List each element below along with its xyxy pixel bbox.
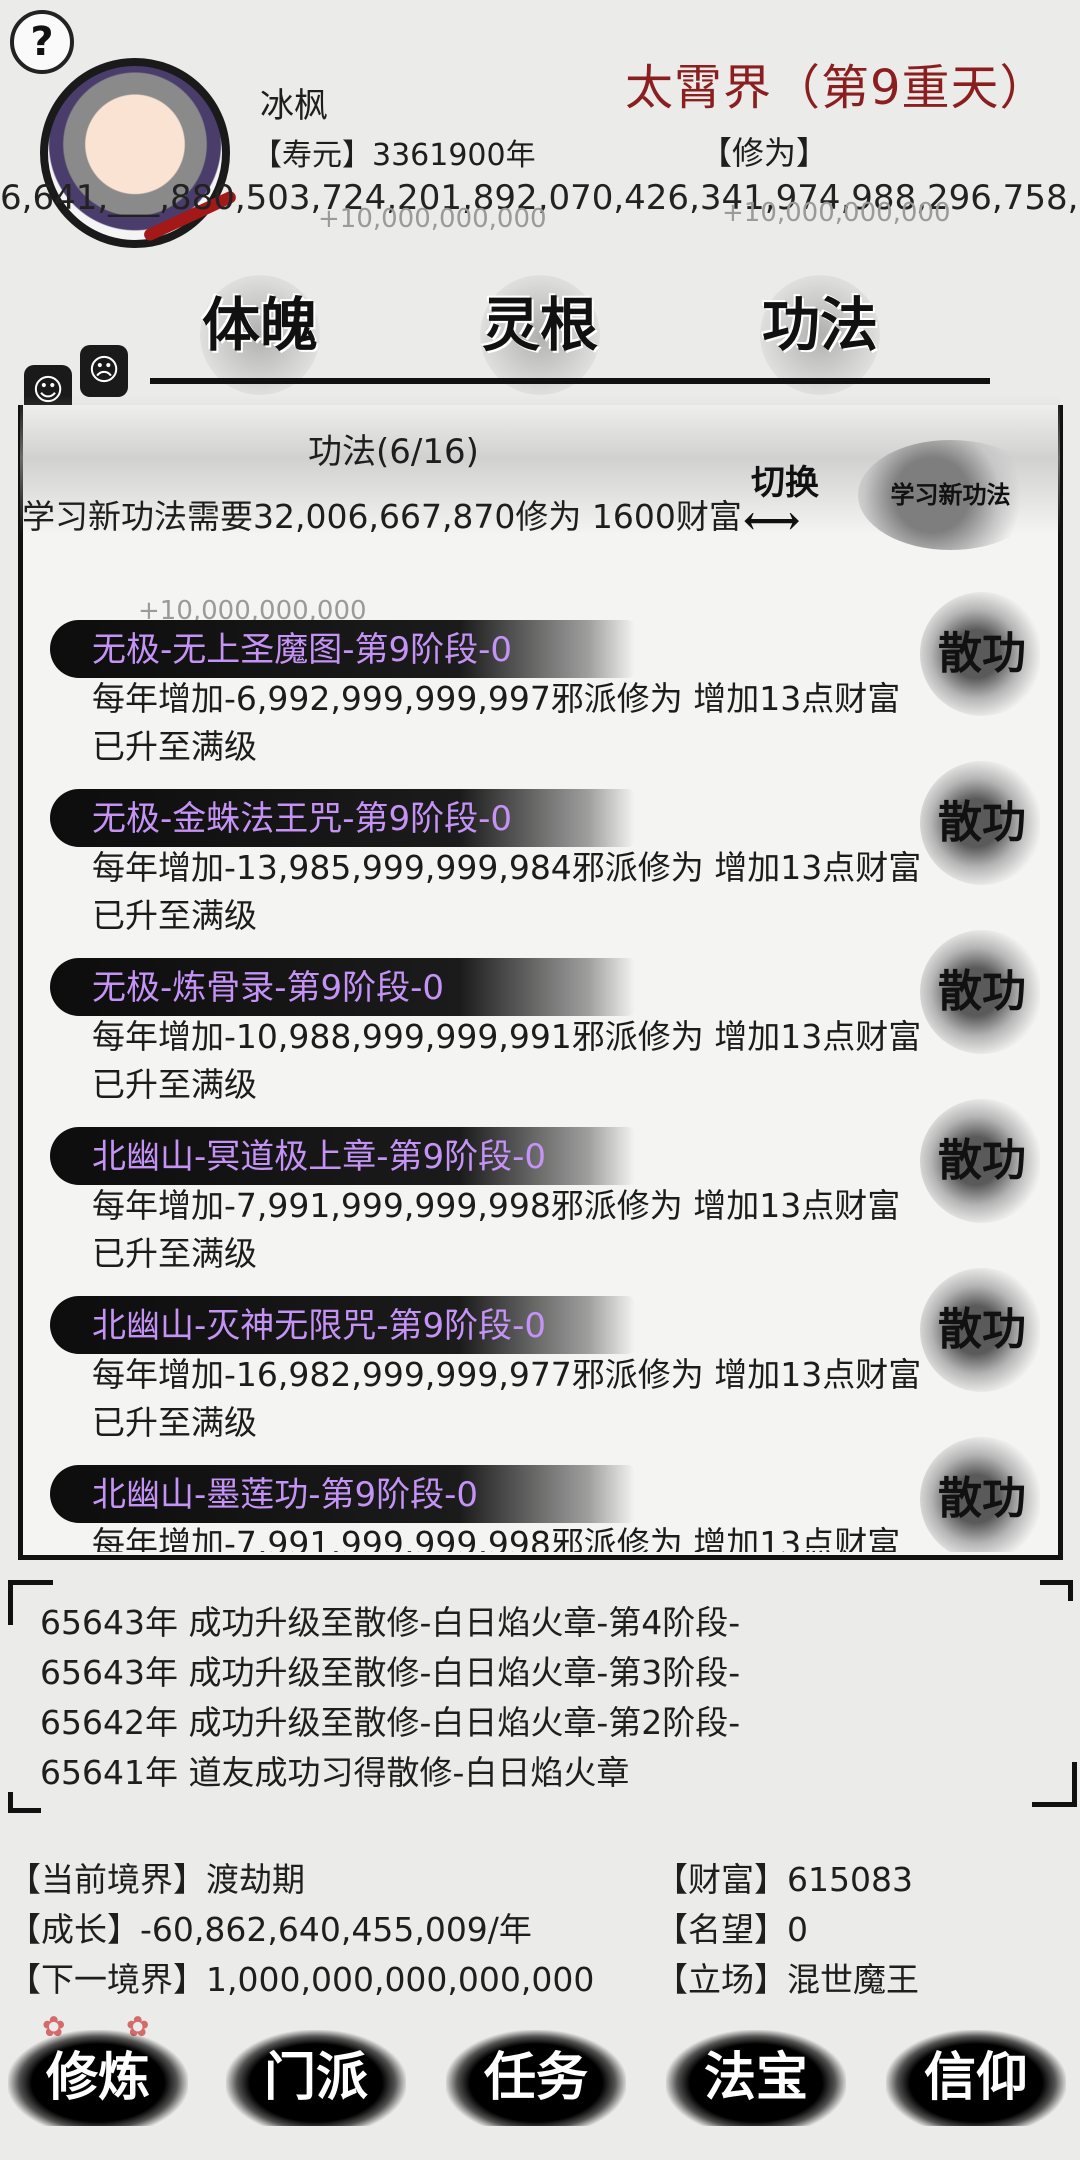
disperse-button[interactable]: 散功 <box>920 761 1040 885</box>
skill-list: 无极-无上圣魔图-第9阶段-0 每年增加-6,992,999,999,997邪派… <box>40 592 1040 1552</box>
disperse-button[interactable]: 散功 <box>920 930 1040 1054</box>
current-realm: 【当前境界】渡劫期 <box>8 1860 305 1899</box>
growth-rate: 【成长】-60,862,640,455,009/年 <box>8 1910 532 1949</box>
skill-name: 无极-金蛛法王咒-第9阶段-0 <box>92 799 513 839</box>
learn-cost-text: 学习新功法需要32,006,667,870修为 1600财富 <box>22 497 742 536</box>
lifespan-value: 【寿元】3361900年 <box>252 138 536 173</box>
skill-name: 无极-炼骨录-第9阶段-0 <box>92 968 445 1008</box>
avatar[interactable] <box>40 58 230 248</box>
nav-quests[interactable]: 任务 <box>446 2030 626 2126</box>
next-realm: 【下一境界】1,000,000,000,000,000 <box>8 1960 595 1999</box>
skill-effect: 每年增加-6,992,999,999,997邪派修为 增加13点财富 <box>92 679 901 718</box>
tab-spirit-root[interactable]: 灵根 <box>445 270 635 395</box>
disperse-button[interactable]: 散功 <box>920 1268 1040 1392</box>
frame-corner <box>1040 1580 1073 1601</box>
skill-name: 北幽山-冥道极上章-第9阶段-0 <box>92 1137 547 1177</box>
angry-mask-icon[interactable]: ☹ <box>80 345 128 397</box>
skill-row: 无极-炼骨录-第9阶段-0 每年增加-10,988,999,999,991邪派修… <box>40 930 1040 1104</box>
nav-sect[interactable]: 门派 <box>226 2030 406 2126</box>
skill-name: 北幽山-墨莲功-第9阶段-0 <box>92 1475 479 1515</box>
reputation-value: 【名望】0 <box>655 1910 808 1949</box>
stance-value: 【立场】混世魔王 <box>655 1960 919 1999</box>
disperse-button[interactable]: 散功 <box>920 1437 1040 1552</box>
realm-title: 太霄界（第9重天） <box>625 60 1049 116</box>
skill-count: 功法(6/16) <box>308 432 479 472</box>
switch-button[interactable]: 切换 <box>735 448 835 556</box>
skill-effect: 每年增加-13,985,999,999,984邪派修为 增加13点财富 <box>92 848 922 887</box>
skill-name: 无极-无上圣魔图-第9阶段-0 <box>92 630 513 670</box>
nav-cultivate[interactable]: 修炼 <box>8 2030 188 2126</box>
skill-row: 北幽山-墨莲功-第9阶段-0 每年增加-7,991,999,999,998邪派修… <box>40 1437 1040 1552</box>
frame-corner <box>1032 1762 1077 1807</box>
log-line: 65641年 道友成功习得散修-白日焰火章 <box>40 1753 630 1792</box>
skill-effect: 每年增加-7,991,999,999,998邪派修为 增加13点财富 <box>92 1186 901 1225</box>
skill-name: 北幽山-灭神无限咒-第9阶段-0 <box>92 1306 547 1346</box>
float-gain-text: +10,000,000,000 <box>722 198 951 228</box>
nav-faith[interactable]: 信仰 <box>886 2030 1066 2126</box>
log-line: 65643年 成功升级至散修-白日焰火章-第4阶段- <box>40 1603 741 1642</box>
skill-effect: 每年增加-16,982,999,999,977邪派修为 增加13点财富 <box>92 1355 922 1394</box>
skill-row: 北幽山-灭神无限咒-第9阶段-0 每年增加-16,982,999,999,977… <box>40 1268 1040 1442</box>
frame-corner <box>8 1792 41 1813</box>
cultivation-label: 【修为】 <box>700 134 829 172</box>
tab-physique[interactable]: 体魄 <box>165 270 355 395</box>
skill-row: 无极-无上圣魔图-第9阶段-0 每年增加-6,992,999,999,997邪派… <box>40 592 1040 766</box>
learn-new-technique-button[interactable]: 学习新功法 <box>858 440 1043 550</box>
skill-row: 北幽山-冥道极上章-第9阶段-0 每年增加-7,991,999,999,998邪… <box>40 1099 1040 1273</box>
log-line: 65643年 成功升级至散修-白日焰火章-第3阶段- <box>40 1653 741 1692</box>
float-gain-text: +10,000,000,000 <box>318 204 547 234</box>
tab-techniques[interactable]: 功法 <box>725 270 915 395</box>
disperse-button[interactable]: 散功 <box>920 592 1040 716</box>
log-line: 65642年 成功升级至散修-白日焰火章-第2阶段- <box>40 1703 741 1742</box>
nav-treasures[interactable]: 法宝 <box>666 2030 846 2126</box>
player-name: 冰枫 <box>260 86 328 126</box>
disperse-button[interactable]: 散功 <box>920 1099 1040 1223</box>
wealth-value: 【财富】615083 <box>655 1860 913 1899</box>
skill-row: 无极-金蛛法王咒-第9阶段-0 每年增加-13,985,999,999,984邪… <box>40 761 1040 935</box>
event-log: 65643年 成功升级至散修-白日焰火章-第4阶段- 65643年 成功升级至散… <box>40 1598 820 1798</box>
skill-effect: 每年增加-10,988,999,999,991邪派修为 增加13点财富 <box>92 1017 922 1056</box>
skill-effect: 每年增加-7,991,999,999,998邪派修为 增加13点财富 <box>92 1524 901 1552</box>
help-icon[interactable]: ? <box>10 10 74 74</box>
